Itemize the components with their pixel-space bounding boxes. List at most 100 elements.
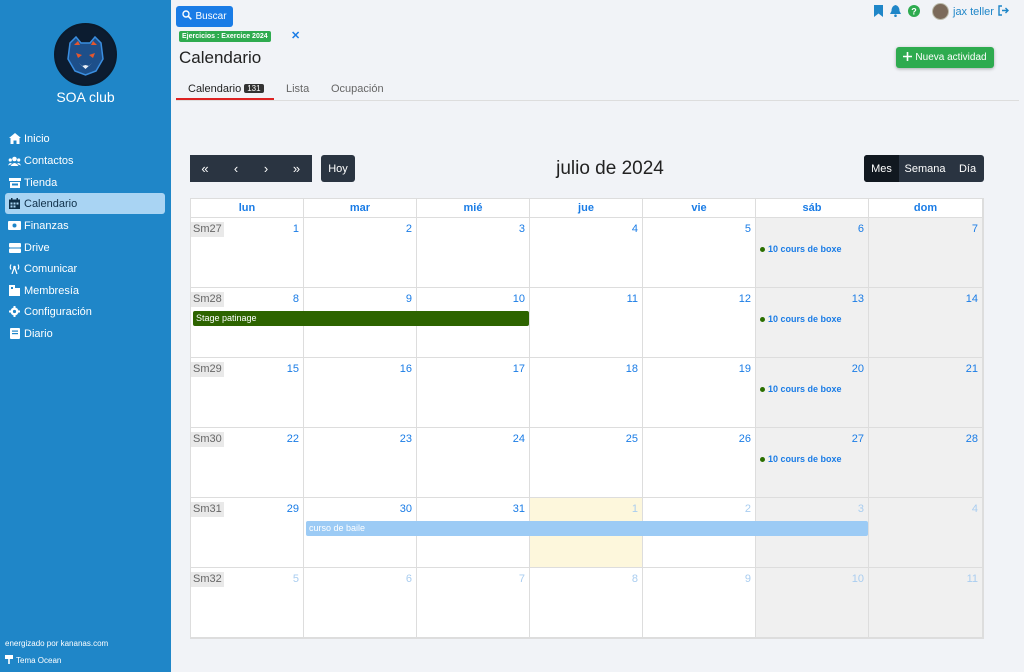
day-number[interactable]: 12 bbox=[739, 293, 751, 305]
day-number[interactable]: 1 bbox=[293, 223, 299, 235]
day-cell[interactable]: 17 bbox=[417, 358, 530, 428]
day-number[interactable]: 24 bbox=[513, 433, 525, 445]
view-day-button[interactable]: Día bbox=[951, 155, 984, 182]
new-activity-button[interactable]: Nueva actividad bbox=[896, 47, 994, 68]
day-cell[interactable]: 16 bbox=[304, 358, 417, 428]
day-number[interactable]: 16 bbox=[400, 363, 412, 375]
day-cell[interactable]: 3 bbox=[417, 218, 530, 288]
day-cell[interactable]: 19 bbox=[643, 358, 756, 428]
sidebar-item-finanzas[interactable]: Finanzas bbox=[5, 215, 165, 236]
tab-calendario[interactable]: Calendario 131 bbox=[188, 83, 264, 95]
day-number[interactable]: 11 bbox=[967, 573, 978, 585]
day-cell[interactable]: 11 bbox=[869, 568, 983, 638]
view-month-button[interactable]: Mes bbox=[864, 155, 899, 182]
day-number[interactable]: 2 bbox=[406, 223, 412, 235]
prev-year-button[interactable]: « bbox=[190, 155, 220, 182]
day-cell[interactable]: 10 bbox=[756, 568, 869, 638]
event-baile[interactable]: curso de baile bbox=[306, 521, 868, 536]
day-cell[interactable]: 4 bbox=[869, 498, 983, 568]
day-cell[interactable]: 4 bbox=[530, 218, 643, 288]
day-number[interactable]: 23 bbox=[400, 433, 412, 445]
day-number[interactable]: 31 bbox=[513, 503, 525, 515]
day-number[interactable]: 8 bbox=[632, 573, 638, 585]
day-cell[interactable]: 2 bbox=[304, 218, 417, 288]
day-number[interactable]: 2 bbox=[745, 503, 751, 515]
sidebar-item-diario[interactable]: Diario bbox=[5, 323, 165, 344]
sidebar-item-calendario[interactable]: Calendario bbox=[5, 193, 165, 214]
day-number[interactable]: 30 bbox=[400, 503, 412, 515]
day-number[interactable]: 14 bbox=[966, 293, 978, 305]
day-number[interactable]: 22 bbox=[287, 433, 299, 445]
day-number[interactable]: 26 bbox=[739, 433, 751, 445]
sidebar-item-comunicar[interactable]: Comunicar bbox=[5, 258, 165, 279]
day-cell[interactable]: 1 Sm27 bbox=[191, 218, 304, 288]
day-number[interactable]: 3 bbox=[858, 503, 864, 515]
day-cell[interactable]: 28 bbox=[869, 428, 983, 498]
prev-month-button[interactable]: ‹ bbox=[221, 155, 251, 182]
day-cell[interactable]: 20 10 cours de boxe bbox=[756, 358, 869, 428]
search-button[interactable]: Buscar bbox=[176, 6, 233, 27]
day-number[interactable]: 27 bbox=[852, 433, 864, 445]
day-number[interactable]: 29 bbox=[287, 503, 299, 515]
sidebar-item-inicio[interactable]: Inicio bbox=[5, 128, 165, 149]
day-cell[interactable]: 25 bbox=[530, 428, 643, 498]
day-number[interactable]: 18 bbox=[626, 363, 638, 375]
event-boxe[interactable]: 10 cours de boxe bbox=[760, 314, 842, 324]
day-number[interactable]: 7 bbox=[519, 573, 525, 585]
day-number[interactable]: 15 bbox=[287, 363, 299, 375]
help-icon[interactable]: ? bbox=[908, 4, 920, 20]
day-number[interactable]: 8 bbox=[293, 293, 299, 305]
day-cell[interactable]: 23 bbox=[304, 428, 417, 498]
day-number[interactable]: 10 bbox=[513, 293, 525, 305]
day-number[interactable]: 20 bbox=[852, 363, 864, 375]
bookmark-icon[interactable] bbox=[874, 4, 883, 20]
day-cell[interactable]: 6 bbox=[304, 568, 417, 638]
day-cell[interactable]: 24 bbox=[417, 428, 530, 498]
day-number[interactable]: 4 bbox=[632, 223, 638, 235]
day-number[interactable]: 4 bbox=[972, 503, 978, 515]
day-number[interactable]: 6 bbox=[406, 573, 412, 585]
event-boxe[interactable]: 10 cours de boxe bbox=[760, 244, 842, 254]
tab-ocupacion[interactable]: Ocupación bbox=[331, 83, 384, 95]
day-number[interactable]: 13 bbox=[852, 293, 864, 305]
sidebar-item-contactos[interactable]: Contactos bbox=[5, 150, 165, 171]
event-boxe[interactable]: 10 cours de boxe bbox=[760, 384, 842, 394]
sidebar-item-drive[interactable]: Drive bbox=[5, 237, 165, 258]
day-number[interactable]: 19 bbox=[739, 363, 751, 375]
next-month-button[interactable]: › bbox=[251, 155, 281, 182]
sidebar-item-membresia[interactable]: Membresía bbox=[5, 280, 165, 301]
day-cell[interactable]: 27 10 cours de boxe bbox=[756, 428, 869, 498]
today-button[interactable]: Hoy bbox=[321, 155, 355, 182]
day-cell[interactable]: 5 bbox=[643, 218, 756, 288]
day-number[interactable]: 5 bbox=[293, 573, 299, 585]
user-menu[interactable]: jax teller bbox=[932, 3, 1009, 20]
tab-lista[interactable]: Lista bbox=[286, 83, 309, 95]
powered-by[interactable]: energizado por kananas.com bbox=[5, 639, 108, 648]
day-cell[interactable]: 14 bbox=[869, 288, 983, 358]
day-number[interactable]: 10 bbox=[852, 573, 864, 585]
day-cell[interactable]: 5 Sm32 bbox=[191, 568, 304, 638]
day-cell[interactable]: 8 bbox=[530, 568, 643, 638]
remove-filter-icon[interactable]: ✕ bbox=[291, 29, 300, 42]
day-number[interactable]: 5 bbox=[745, 223, 751, 235]
theme-selector[interactable]: Tema Ocean bbox=[5, 655, 61, 666]
bell-icon[interactable] bbox=[890, 4, 901, 20]
day-number[interactable]: 25 bbox=[626, 433, 638, 445]
day-cell[interactable]: 29 Sm31 bbox=[191, 498, 304, 568]
day-cell[interactable]: 22 Sm30 bbox=[191, 428, 304, 498]
day-number[interactable]: 7 bbox=[972, 223, 978, 235]
day-cell[interactable]: 11 bbox=[530, 288, 643, 358]
next-year-button[interactable]: » bbox=[281, 155, 312, 182]
day-cell[interactable]: 13 10 cours de boxe bbox=[756, 288, 869, 358]
logout-icon[interactable] bbox=[998, 4, 1009, 19]
day-number[interactable]: 17 bbox=[513, 363, 525, 375]
day-number[interactable]: 9 bbox=[745, 573, 751, 585]
day-number[interactable]: 1 bbox=[632, 503, 638, 515]
day-cell[interactable]: 7 bbox=[869, 218, 983, 288]
day-cell[interactable]: 12 bbox=[643, 288, 756, 358]
club-logo[interactable] bbox=[54, 23, 117, 86]
day-cell[interactable]: 7 bbox=[417, 568, 530, 638]
view-week-button[interactable]: Semana bbox=[899, 155, 951, 182]
day-cell[interactable]: 9 bbox=[643, 568, 756, 638]
sidebar-item-configuracion[interactable]: Configuración bbox=[5, 301, 165, 322]
